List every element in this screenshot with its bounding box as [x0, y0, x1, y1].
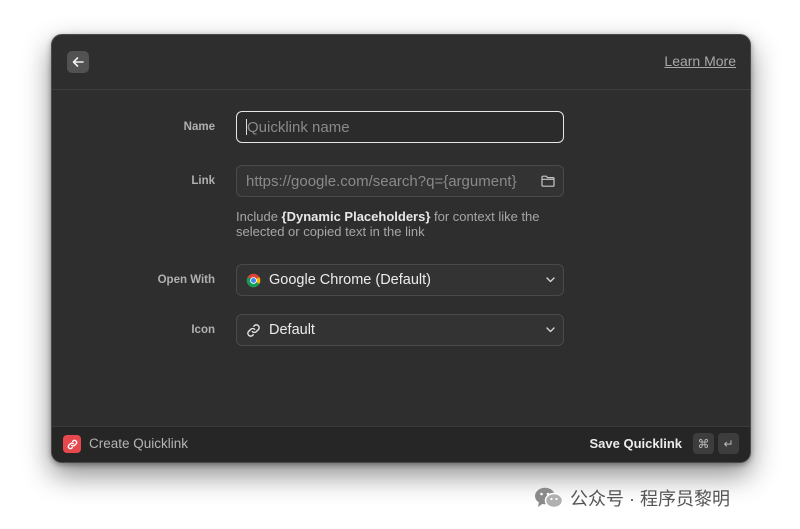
name-input[interactable]: Quicklink name [236, 111, 564, 143]
return-key: ↵ [718, 433, 739, 454]
learn-more-link[interactable]: Learn More [664, 53, 736, 69]
chevron-down-icon [546, 277, 555, 283]
chrome-icon [246, 273, 261, 287]
watermark-text: 公众号 · 程序员黎明 [570, 489, 730, 509]
back-button[interactable] [67, 51, 89, 73]
link-icon [247, 323, 260, 337]
folder-icon [541, 175, 555, 187]
open-with-value: Google Chrome (Default) [269, 272, 431, 288]
save-quicklink-button[interactable]: Save Quicklink [590, 436, 683, 451]
hint-prefix: Include [236, 209, 282, 224]
quicklink-app-icon [63, 435, 81, 453]
icon-select[interactable]: Default [236, 314, 564, 346]
top-bar: Learn More [52, 35, 750, 90]
open-with-label: Open With [157, 274, 215, 286]
open-with-select[interactable]: Google Chrome (Default) [236, 264, 564, 296]
create-quicklink-window: Learn More Name Quicklink name Link http… [51, 34, 751, 463]
dynamic-placeholders-text: {Dynamic Placeholders} [281, 209, 431, 224]
command-key: ⌘ [693, 433, 714, 454]
link-placeholder: https://google.com/search?q={argument} [246, 172, 517, 190]
link-hint: Include {Dynamic Placeholders} for conte… [236, 209, 566, 239]
chevron-down-icon [546, 327, 555, 333]
watermark: 公众号 · 程序员黎明 [534, 485, 730, 511]
wechat-icon [535, 487, 564, 509]
name-placeholder: Quicklink name [247, 118, 350, 136]
footer-title: Create Quicklink [89, 436, 189, 451]
link-icon [67, 439, 77, 449]
name-label: Name [183, 121, 215, 133]
icon-label: Icon [191, 324, 215, 336]
footer-bar: Create Quicklink Save Quicklink ⌘ ↵ [52, 426, 750, 462]
folder-button[interactable] [541, 166, 555, 196]
arrow-left-icon [72, 57, 84, 67]
icon-value: Default [269, 322, 315, 338]
link-input[interactable]: https://google.com/search?q={argument} [236, 165, 564, 197]
link-label: Link [191, 175, 215, 187]
